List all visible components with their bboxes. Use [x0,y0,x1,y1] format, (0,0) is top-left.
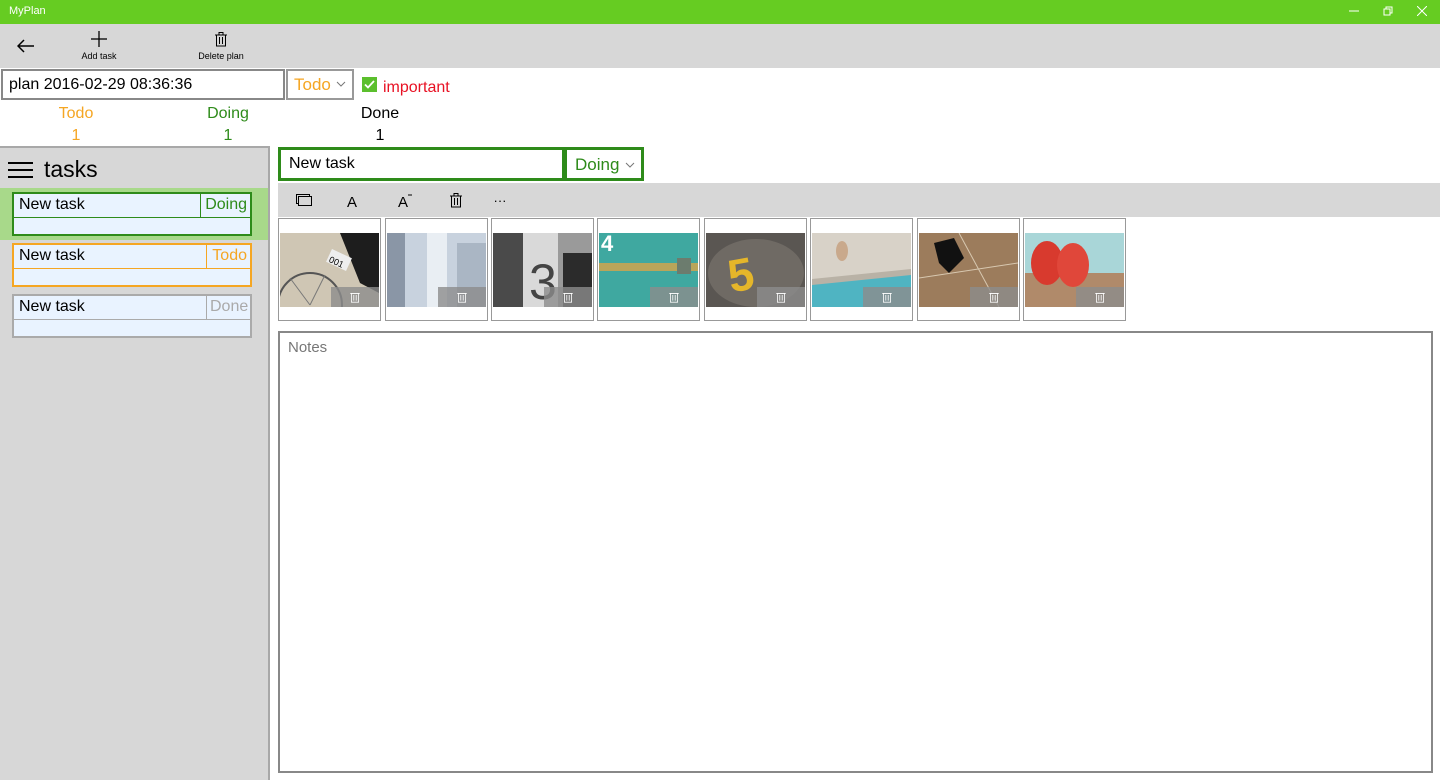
task-item-subrow [14,218,250,234]
app-title: MyPlan [9,5,46,17]
task-status-value: Doing [575,155,620,174]
tasks-panel: tasks New task Doing New task Todo New t… [0,146,270,780]
plan-name-input[interactable]: plan 2016-02-29 08:36:36 [1,69,285,100]
trash-icon [1095,293,1105,303]
trash-icon [882,293,892,303]
done-counter-value: 1 [375,127,385,144]
more-button[interactable]: ··· [490,189,510,211]
task-name-input[interactable]: New task [278,147,565,181]
todo-counter-label: Todo [58,105,94,122]
tasks-title: tasks [44,156,98,182]
important-checkbox[interactable] [362,77,377,92]
minimize-icon [1349,10,1359,12]
font-decrease-icon: A [398,194,412,208]
delete-image-button[interactable] [438,287,486,307]
task-item-status[interactable]: Done [206,296,250,319]
plus-icon [59,28,139,50]
checkmark-icon [364,80,375,89]
task-item-name[interactable]: New task [14,296,206,319]
delete-plan-button[interactable]: Delete plan [181,28,261,61]
plan-status-select[interactable]: Todo [286,69,354,100]
trash-icon [776,293,786,303]
image-thumbnail[interactable] [1023,218,1126,321]
plan-status-value: Todo [294,75,331,94]
command-bar: Add task Delete plan [0,24,1440,68]
close-button[interactable] [1405,0,1439,24]
chevron-down-icon [625,162,635,168]
svg-text:A: A [347,194,357,208]
done-counter-label: Done [360,105,400,122]
delete-image-button[interactable] [650,287,698,307]
image-thumbnail[interactable]: 001 [278,218,381,321]
todo-counter-value: 1 [71,127,81,144]
increase-font-button[interactable]: A ˙ [344,189,364,211]
back-arrow-icon [17,39,34,53]
close-icon [1416,5,1428,17]
task-status-select[interactable]: Doing [564,147,644,181]
task-item-done[interactable]: New task Done [12,294,252,338]
task-item-doing[interactable]: New task Doing [12,192,252,236]
doing-counter: Doing 1 [178,103,278,147]
delete-image-button[interactable] [544,287,592,307]
task-item-subrow [14,320,250,336]
important-toggle[interactable]: important [362,77,450,97]
trash-icon [350,293,360,303]
task-item-status[interactable]: Doing [200,194,250,217]
chevron-down-icon [336,81,346,87]
back-button[interactable] [10,32,42,60]
hamburger-menu-icon[interactable] [8,161,34,179]
doing-counter-label: Doing [207,105,249,122]
delete-image-button[interactable] [757,287,805,307]
image-thumbnail[interactable] [917,218,1020,321]
trash-icon [563,293,573,303]
task-item-name[interactable]: New task [14,194,200,217]
restore-icon [1383,6,1393,16]
important-label: important [383,79,450,96]
gallery-icon [296,194,312,206]
restore-button[interactable] [1371,0,1405,24]
minimize-button[interactable] [1337,0,1371,24]
doing-counter-value: 1 [223,127,233,144]
todo-counter: Todo 1 [26,103,126,147]
task-item-status[interactable]: Todo [206,245,250,268]
task-item-todo[interactable]: New task Todo [12,243,252,287]
trash-icon [457,293,467,303]
notes-textarea[interactable]: Notes [278,331,1433,773]
trash-icon [450,192,462,207]
delete-image-button[interactable] [863,287,911,307]
trash-icon [669,293,679,303]
add-task-label: Add task [81,51,117,61]
done-counter: Done 1 [330,103,430,147]
add-task-button[interactable]: Add task [59,28,139,61]
svg-text:4: 4 [601,233,614,256]
image-thumbnail[interactable]: 5 [704,218,807,321]
delete-plan-label: Delete plan [198,51,244,61]
delete-task-button[interactable] [446,189,466,211]
font-increase-icon: A ˙ [347,192,361,208]
decrease-font-button[interactable]: A [395,189,415,211]
task-toolbar: A ˙ A ··· [278,183,1440,217]
image-thumbnail[interactable]: 3 [491,218,594,321]
delete-image-button[interactable] [970,287,1018,307]
image-thumbnail[interactable] [385,218,488,321]
task-item-subrow [14,269,250,285]
image-thumbnail[interactable]: 4 [597,218,700,321]
delete-image-button[interactable] [331,287,379,307]
trash-icon [181,28,261,50]
tasks-header: tasks [8,156,98,183]
image-thumbnail[interactable] [810,218,913,321]
task-item-name[interactable]: New task [14,245,206,268]
delete-image-button[interactable] [1076,287,1124,307]
title-bar: MyPlan [0,0,1440,24]
trash-icon [989,293,999,303]
add-image-button[interactable] [294,189,314,211]
svg-text:A: A [398,194,408,208]
svg-text:˙: ˙ [358,192,361,199]
